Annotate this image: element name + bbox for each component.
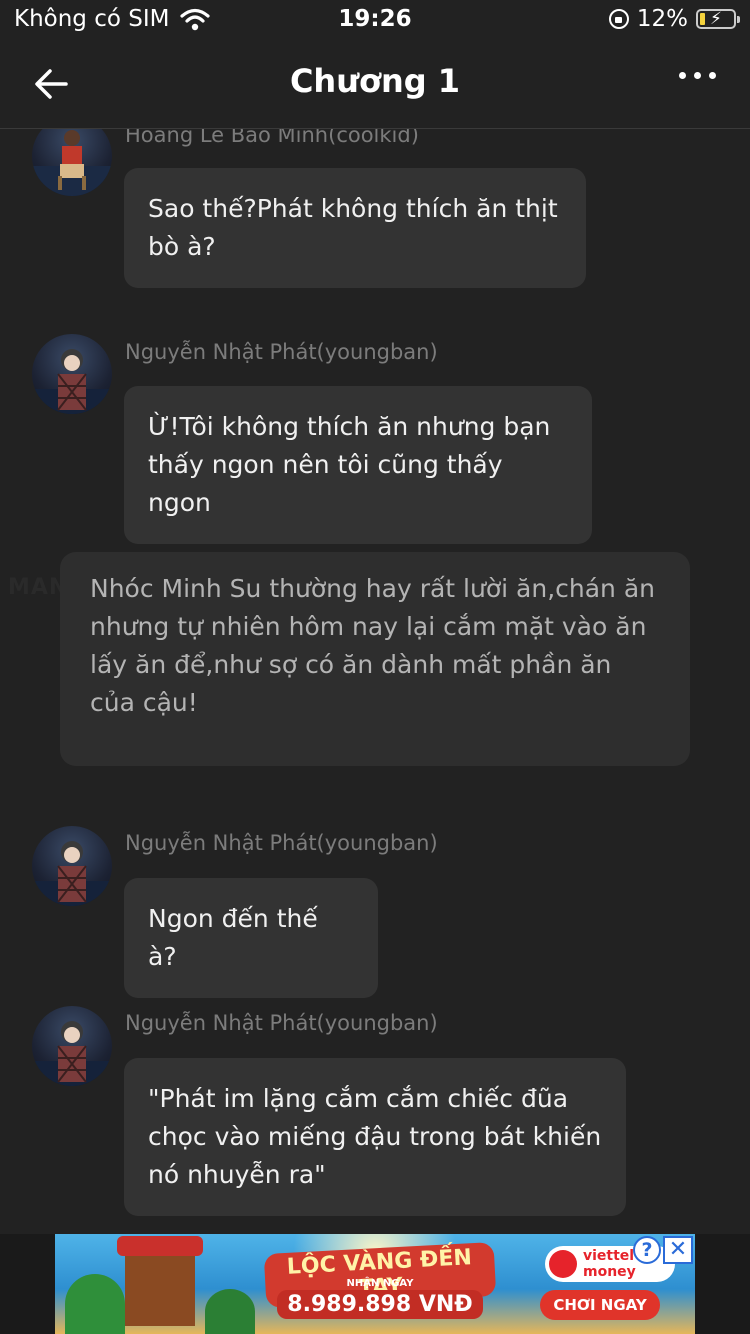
message-bubble: Ngon đến thế à? <box>124 878 378 998</box>
battery-icon: ⚡ <box>696 9 740 29</box>
rotation-lock-icon <box>608 9 629 29</box>
author-name: Nguyễn Nhật Phát(youngban) <box>125 1011 438 1035</box>
author-name: Nguyễn Nhật Phát(youngban) <box>125 340 438 364</box>
ad-banner[interactable]: LỘC VÀNG ĐẾN TAY NHẬN NGAY 8.989.898 VNĐ… <box>55 1234 695 1334</box>
avatar[interactable] <box>32 826 112 906</box>
status-right: 12% ⚡ <box>608 6 740 32</box>
status-bar: Không có SIM 19:26 12% ⚡ <box>0 0 750 42</box>
message-bubble: Ừ!Tôi không thích ăn nhưng bạn thấy ngon… <box>124 386 592 544</box>
house-icon <box>117 1236 203 1326</box>
palm-tree-icon <box>65 1274 125 1334</box>
author-name: Hoang Le Bao Minh(coolkid) <box>125 129 419 147</box>
ad-cta-button[interactable]: CHƠI NGAY <box>540 1290 660 1320</box>
author-name: Nguyễn Nhật Phát(youngban) <box>125 831 438 855</box>
narration-box: Nhóc Minh Su thường hay rất lười ăn,chán… <box>60 552 690 766</box>
ad-close-icon[interactable]: ✕ <box>663 1236 693 1264</box>
avatar[interactable] <box>32 334 112 414</box>
message-bubble: Sao thế?Phát không thích ăn thịt bò à? <box>124 168 586 288</box>
message-bubble: "Phát im lặng cắm cắm chiếc đũa chọc vào… <box>124 1058 626 1216</box>
ad-amount: 8.989.898 VNĐ <box>277 1290 483 1319</box>
brand-name: viettel money <box>583 1248 636 1280</box>
palm-tree-icon <box>205 1289 255 1334</box>
avatar[interactable] <box>32 129 112 196</box>
chat-content[interactable]: MANGA TOON Hoang Le Bao Minh(coolkid) Sa… <box>0 129 750 1234</box>
back-arrow-icon[interactable] <box>30 62 74 106</box>
brand-logo-icon <box>549 1250 577 1278</box>
nav-bar: Chương 1 <box>0 42 750 129</box>
avatar[interactable] <box>32 1006 112 1086</box>
battery-percent: 12% <box>636 6 688 32</box>
page-title: Chương 1 <box>289 62 461 100</box>
ad-subheadline: NHẬN NGAY <box>346 1278 414 1289</box>
more-options-icon[interactable] <box>679 72 716 79</box>
ad-help-icon[interactable]: ? <box>633 1236 661 1264</box>
